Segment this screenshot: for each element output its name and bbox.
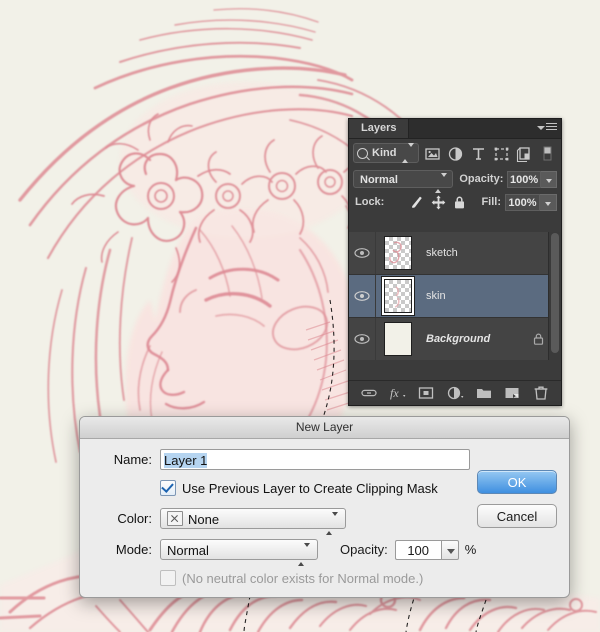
layer-name-sketch[interactable]: sketch (420, 247, 549, 259)
svg-text:fx: fx (390, 386, 399, 400)
fill-dropdown-arrow[interactable] (540, 193, 557, 211)
dialog-title: New Layer (80, 417, 569, 439)
type-layer-filter-icon[interactable] (469, 144, 488, 163)
color-value: None (188, 512, 220, 527)
new-group-icon[interactable] (474, 384, 494, 402)
blend-opacity-row[interactable]: Normal Opacity: 100% (349, 167, 561, 193)
layer-name-background[interactable]: Background (420, 333, 527, 345)
fill-label: Fill: (481, 196, 501, 208)
lock-label: Lock: (355, 196, 385, 208)
dialog-body: Name: Layer 1 Use Previous Layer to Crea… (80, 439, 569, 586)
filter-toggle-icon[interactable] (538, 144, 557, 163)
new-adjustment-layer-icon[interactable] (445, 384, 465, 402)
pixel-layer-filter-icon[interactable] (423, 144, 442, 163)
add-layer-mask-icon[interactable] (416, 384, 436, 402)
filter-kind-select[interactable]: Kind (353, 143, 419, 163)
filter-kind-label: Kind (372, 147, 397, 159)
layers-panel-bottom-toolbar[interactable]: fx (349, 380, 561, 405)
color-select[interactable]: None (160, 508, 346, 535)
layer-row-skin[interactable]: skin (349, 275, 549, 318)
neutral-color-row: (No neutral color exists for Normal mode… (160, 570, 557, 586)
layers-list[interactable]: sketch skin Background (349, 232, 561, 360)
blend-mode-value: Normal (360, 174, 398, 186)
new-layer-dialog[interactable]: New Layer Name: Layer 1 Use Previous Lay… (79, 416, 570, 598)
layer-style-fx-icon[interactable]: fx (388, 384, 408, 402)
dialog-opacity-label: Opacity: (340, 542, 388, 557)
layers-list-scrollbar[interactable] (548, 232, 561, 360)
smart-object-filter-icon[interactable] (515, 144, 534, 163)
search-icon (357, 147, 368, 159)
neutral-color-label: (No neutral color exists for Normal mode… (182, 570, 424, 586)
lock-fill-row[interactable]: Lock: Fill: 100% (349, 191, 561, 213)
layer-filter-row[interactable]: Kind (349, 139, 561, 167)
name-label: Name: (113, 452, 152, 467)
dialog-opacity-input[interactable]: 100 (394, 539, 441, 560)
mode-opacity-row: Mode: Normal Opacity: 100 % (92, 539, 557, 566)
new-layer-icon[interactable] (502, 384, 522, 402)
lock-position-icon[interactable] (430, 194, 447, 211)
scrollbar-thumb[interactable] (551, 233, 559, 353)
layer-thumbnail-sketch[interactable] (376, 232, 420, 274)
layer-name-value: Layer 1 (164, 453, 208, 468)
layer-visibility-eye-icon[interactable] (349, 275, 376, 317)
color-label: Color: (117, 511, 152, 526)
fill-value[interactable]: 100% (505, 193, 540, 211)
opacity-label: Opacity: (459, 173, 504, 185)
shape-layer-filter-icon[interactable] (492, 144, 511, 163)
none-swatch-icon (167, 511, 183, 526)
layer-row-sketch[interactable]: sketch (349, 232, 549, 275)
layer-thumbnail-background[interactable] (376, 318, 420, 360)
blend-mode-select[interactable]: Normal (353, 170, 454, 193)
clipping-mask-label: Use Previous Layer to Create Clipping Ma… (182, 480, 438, 496)
opacity-dropdown-arrow[interactable] (540, 170, 558, 188)
ok-button[interactable]: OK (477, 470, 557, 494)
lock-all-icon[interactable] (451, 194, 468, 211)
name-row: Name: Layer 1 (92, 449, 557, 470)
tab-layers[interactable]: Layers (349, 119, 410, 138)
lock-transparent-pixels-icon[interactable] (388, 194, 405, 211)
mode-value: Normal (167, 543, 209, 558)
panel-menu-icon[interactable] (537, 123, 557, 134)
layers-panel[interactable]: Layers Kind Normal Opacity: 100% Lock: F… (348, 118, 562, 406)
layer-row-background[interactable]: Background (349, 318, 549, 360)
neutral-color-checkbox (160, 570, 176, 586)
dialog-opacity-dropdown-arrow[interactable] (440, 539, 459, 560)
layers-panel-tabbar: Layers (349, 119, 561, 139)
layer-thumbnail-skin[interactable] (376, 275, 420, 317)
clipping-mask-checkbox[interactable] (160, 480, 176, 496)
layer-locked-icon (527, 318, 549, 360)
cancel-button[interactable]: Cancel (477, 504, 557, 528)
opacity-value[interactable]: 100% (507, 170, 541, 188)
mode-select[interactable]: Normal (160, 539, 318, 566)
mode-label: Mode: (115, 542, 152, 557)
layer-visibility-eye-icon[interactable] (349, 318, 376, 360)
lock-image-pixels-icon[interactable] (409, 194, 426, 211)
layer-name-input[interactable]: Layer 1 (160, 449, 470, 470)
adjustment-layer-filter-icon[interactable] (446, 144, 465, 163)
link-layers-icon[interactable] (359, 384, 379, 402)
layer-name-skin[interactable]: skin (420, 290, 549, 302)
percent-symbol: % (464, 542, 477, 557)
delete-layer-icon[interactable] (531, 384, 551, 402)
layer-visibility-eye-icon[interactable] (349, 232, 376, 274)
